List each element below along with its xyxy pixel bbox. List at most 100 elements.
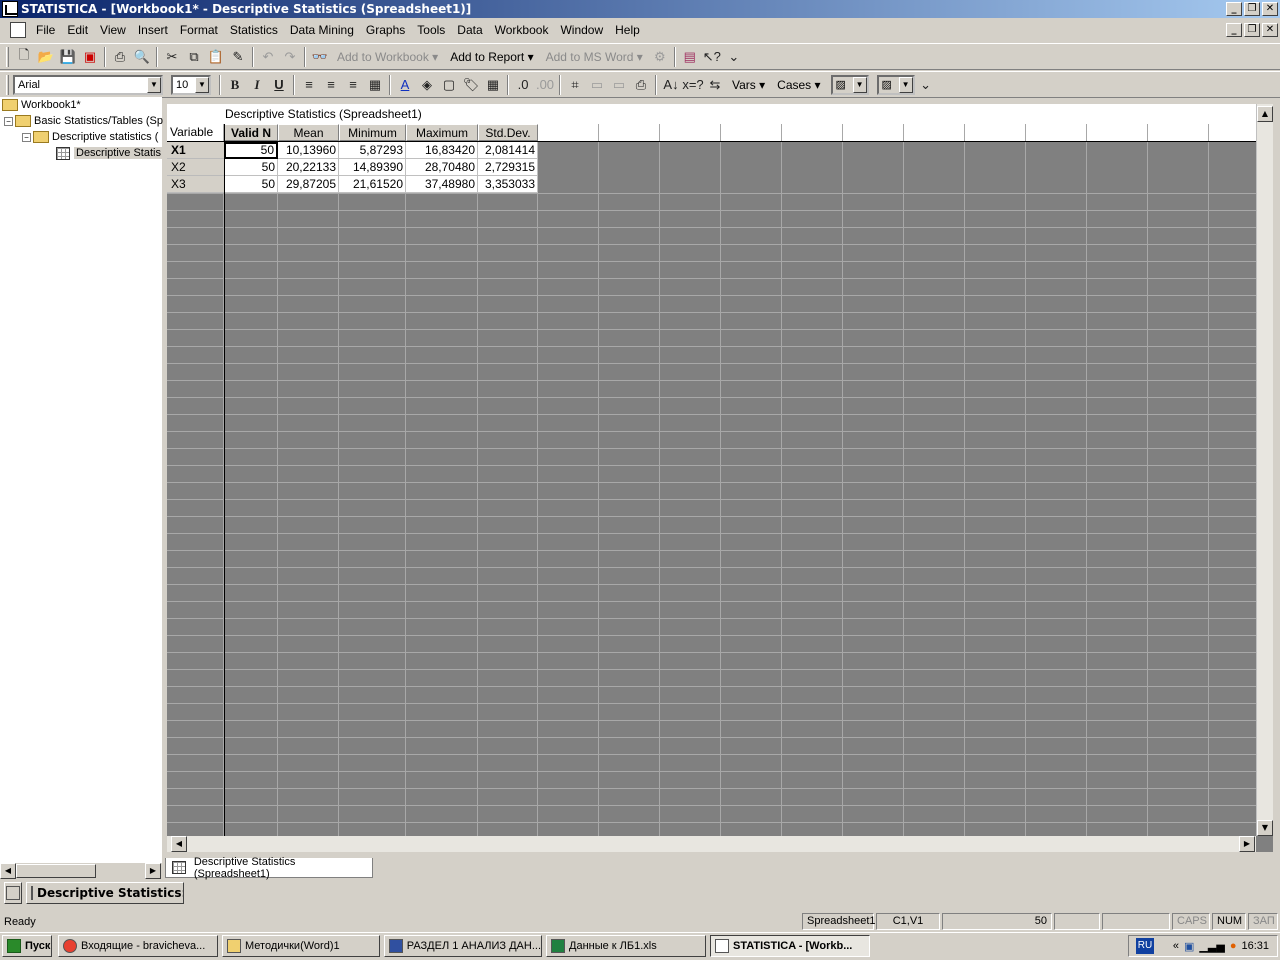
redo-icon[interactable]: ↷ [279,46,301,68]
table-cell[interactable]: 2,729315 [478,159,538,176]
taskbar-item-excel[interactable]: Данные к ЛБ1.xls [546,935,706,957]
statistica-app-icon[interactable] [2,1,18,17]
update-icon[interactable]: ● [1230,940,1237,952]
toolbar-options-icon[interactable]: ⌄ [915,74,937,96]
menu-window[interactable]: Window [554,23,609,37]
find-icon[interactable]: 👓 [309,46,331,68]
pattern-combo-1[interactable]: ▨ ▼ [830,74,869,95]
tab-spreadsheet1[interactable]: Descriptive Statistics (Spreadsheet1) [165,856,373,880]
menu-insert[interactable]: Insert [132,23,174,37]
menu-data-mining[interactable]: Data Mining [284,23,360,37]
clock[interactable]: 16:31 [1241,940,1269,952]
toolbar-grip[interactable] [6,46,9,67]
signal-icon[interactable]: ▁▃▅ [1199,940,1224,953]
borders-icon[interactable]: ▢ [438,74,460,96]
table-cell[interactable]: 3,353033 [478,176,538,193]
menu-edit[interactable]: Edit [61,23,94,37]
align-center-icon[interactable]: ≡ [320,74,342,96]
minimize-button[interactable]: _ [1226,2,1242,16]
horizontal-scrollbar[interactable]: ◀ ▶ [167,836,1256,852]
table-cell[interactable]: 14,89390 [339,159,406,176]
column-header[interactable]: Std.Dev. [478,124,538,141]
menu-format[interactable]: Format [174,23,224,37]
tray-expand-icon[interactable]: « [1173,940,1179,952]
printer-icon[interactable]: ⎙ [630,74,652,96]
table-cell[interactable]: 50 [224,176,278,193]
collapse-icon[interactable]: − [22,132,31,142]
delete-icon[interactable]: ▭ [608,74,630,96]
start-button[interactable]: Пуск [2,935,52,957]
table-cell[interactable]: 10,13960 [278,142,339,159]
table-cell[interactable]: 28,70480 [406,159,478,176]
scroll-left-icon[interactable]: ◀ [0,863,16,879]
table-cell[interactable]: 2,081414 [478,142,538,159]
bold-icon[interactable]: B [224,74,246,96]
print-preview-icon[interactable]: 🔍 [131,46,153,68]
row-header[interactable]: X3 [167,176,224,193]
decimal-increase-icon[interactable]: .0 [512,74,534,96]
column-header[interactable]: Maximum [406,124,478,141]
collapse-icon[interactable]: − [4,116,13,126]
mdi-close-button[interactable]: ✕ [1262,23,1278,37]
table-cell[interactable]: 20,22133 [278,159,339,176]
chevron-down-icon[interactable]: ▼ [898,76,913,93]
font-size-combo[interactable]: 10 ▼ [171,74,211,95]
scroll-thumb[interactable] [16,864,96,878]
menu-data[interactable]: Data [451,23,488,37]
toolbar-options-icon[interactable]: ⌄ [723,46,745,68]
scroll-right-icon[interactable]: ▶ [145,863,161,879]
toolbar-grip[interactable] [6,74,9,95]
menu-view[interactable]: View [94,23,132,37]
underline-icon[interactable]: U [268,74,290,96]
grid-icon[interactable]: ▦ [482,74,504,96]
taskbar-item-folder[interactable]: Методички(Word)1 [222,935,380,957]
insert-icon[interactable]: ▭ [586,74,608,96]
new-icon[interactable]: 🗋 [13,46,35,68]
tree-node-spreadsheet[interactable]: Descriptive Statis [56,145,163,161]
chevron-down-icon[interactable]: ▼ [852,76,867,93]
menu-statistics[interactable]: Statistics [224,23,284,37]
decimal-decrease-icon[interactable]: .00 [534,74,556,96]
cell-format-icon[interactable]: ▦ [364,74,386,96]
table-cell[interactable]: 21,61520 [339,176,406,193]
align-left-icon[interactable]: ≡ [298,74,320,96]
restore-button[interactable]: ❐ [1244,2,1260,16]
sort-icon[interactable]: A↓ [660,74,682,96]
add-to-ms-word-button[interactable]: Add to MS Word ▾ [540,46,649,68]
minimized-app-icon[interactable] [4,882,22,904]
pdf-icon[interactable]: ▣ [79,46,101,68]
menu-graphs[interactable]: Graphs [360,23,411,37]
menu-tools[interactable]: Tools [411,23,451,37]
column-header[interactable]: Minimum [339,124,406,141]
table-cell[interactable]: 29,87205 [278,176,339,193]
mdi-minimize-button[interactable]: _ [1226,23,1242,37]
copy-icon[interactable]: ⧉ [183,46,205,68]
table-cell[interactable]: 37,48980 [406,176,478,193]
spreadsheet-grid[interactable]: Descriptive Statistics (Spreadsheet1) Va… [167,104,1273,852]
table-cell[interactable]: 5,87293 [339,142,406,159]
undo-icon[interactable]: ↶ [257,46,279,68]
help-pointer-icon[interactable]: ↖? [701,46,723,68]
row-header[interactable]: X1 [167,142,224,159]
italic-icon[interactable]: I [246,74,268,96]
table-cell[interactable]: 50 [224,142,278,159]
table-cell[interactable]: 16,83420 [406,142,478,159]
cases-menu-button[interactable]: Cases ▾ [771,74,826,96]
print-icon[interactable]: ⎙ [109,46,131,68]
tree-hscrollbar[interactable]: ◀ ▶ [0,862,162,879]
add-to-workbook-button[interactable]: Add to Workbook ▾ [331,46,444,68]
menu-file[interactable]: File [30,23,61,37]
menu-help[interactable]: Help [609,23,646,37]
menu-workbook[interactable]: Workbook [489,23,555,37]
close-button[interactable]: ✕ [1262,2,1278,16]
taskbar-item-chrome[interactable]: Входящие - bravicheva... [58,935,218,957]
mdi-restore-button[interactable]: ❐ [1244,23,1260,37]
scroll-down-icon[interactable]: ▼ [1257,820,1273,836]
format-painter-icon[interactable]: ✎ [227,46,249,68]
chevron-down-icon[interactable]: ▼ [147,76,161,93]
marking-icon[interactable]: 🏷 [460,74,482,96]
font-color-icon[interactable]: A [394,74,416,96]
column-header[interactable]: Mean [278,124,339,141]
paste-icon[interactable]: 📋 [205,46,227,68]
output-options-icon[interactable]: ⚙ [649,46,671,68]
